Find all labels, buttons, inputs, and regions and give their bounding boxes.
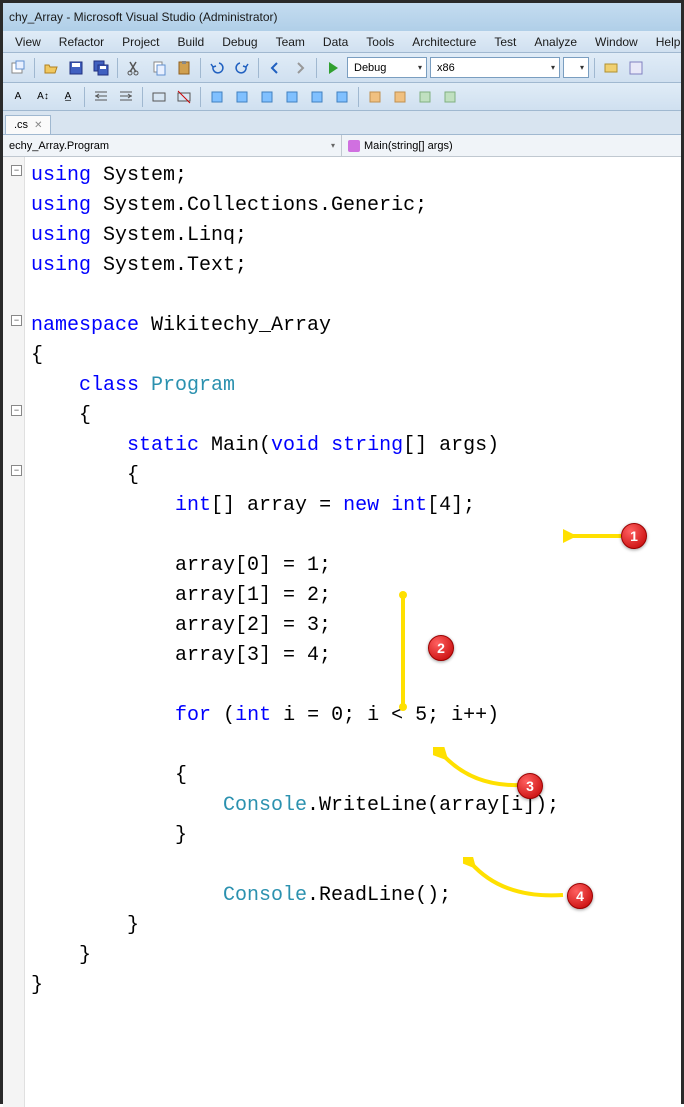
outline-toggle[interactable]: − xyxy=(11,315,22,326)
editor-tabs: .cs ✕ xyxy=(3,111,681,135)
method-icon xyxy=(348,140,360,152)
annotation-badge-2: 2 xyxy=(428,635,454,661)
window-title: chy_Array - Microsoft Visual Studio (Adm… xyxy=(9,10,278,24)
config-dropdown[interactable]: Debug xyxy=(347,57,427,78)
bookmark2-icon[interactable] xyxy=(231,86,253,108)
menu-architecture[interactable]: Architecture xyxy=(404,33,484,51)
comment-icon[interactable] xyxy=(148,86,170,108)
code-editor[interactable]: − − − − using System; using System.Colle… xyxy=(3,157,681,1107)
tab-close-icon[interactable]: ✕ xyxy=(34,120,42,131)
ext3-icon[interactable] xyxy=(414,86,436,108)
menu-data[interactable]: Data xyxy=(315,33,356,51)
menu-test[interactable]: Test xyxy=(486,33,524,51)
nav-class-dropdown[interactable]: echy_Array.Program xyxy=(3,135,342,156)
menu-team[interactable]: Team xyxy=(268,33,313,51)
bookmark-icon[interactable] xyxy=(206,86,228,108)
save-icon[interactable] xyxy=(65,57,87,79)
nav-bar: echy_Array.Program Main(string[] args) xyxy=(3,135,681,157)
nav-fwd-icon[interactable] xyxy=(289,57,311,79)
find-icon[interactable] xyxy=(600,57,622,79)
tab-file[interactable]: .cs ✕ xyxy=(5,115,51,134)
nav-method-dropdown[interactable]: Main(string[] args) xyxy=(342,140,681,152)
menu-window[interactable]: Window xyxy=(587,33,646,51)
ext4-icon[interactable] xyxy=(439,86,461,108)
tab-label: .cs xyxy=(14,119,28,131)
main-toolbar: Debug x86 xyxy=(3,53,681,83)
menu-build[interactable]: Build xyxy=(170,33,213,51)
empty-dropdown[interactable] xyxy=(563,57,589,78)
ext1-icon[interactable] xyxy=(364,86,386,108)
uncomment-icon[interactable] xyxy=(173,86,195,108)
outline-toggle[interactable]: − xyxy=(11,165,22,176)
menu-help[interactable]: Help xyxy=(648,33,684,51)
undo-icon[interactable] xyxy=(206,57,228,79)
bookmark4-icon[interactable] xyxy=(281,86,303,108)
menu-tools[interactable]: Tools xyxy=(358,33,402,51)
outdent-icon[interactable] xyxy=(115,86,137,108)
outline-toggle[interactable]: − xyxy=(11,465,22,476)
tb2-a-icon[interactable]: A xyxy=(7,86,29,108)
redo-icon[interactable] xyxy=(231,57,253,79)
open-icon[interactable] xyxy=(40,57,62,79)
menu-view[interactable]: View xyxy=(7,33,49,51)
gutter xyxy=(3,157,25,1107)
ext2-icon[interactable] xyxy=(389,86,411,108)
outline-toggle[interactable]: − xyxy=(11,405,22,416)
annotation-badge-4: 4 xyxy=(567,883,593,909)
cut-icon[interactable] xyxy=(123,57,145,79)
titlebar: chy_Array - Microsoft Visual Studio (Adm… xyxy=(3,3,681,31)
solution-icon[interactable] xyxy=(625,57,647,79)
start-icon[interactable] xyxy=(322,57,344,79)
new-project-icon[interactable] xyxy=(7,57,29,79)
saveall-icon[interactable] xyxy=(90,57,112,79)
bookmark5-icon[interactable] xyxy=(306,86,328,108)
bookmark6-icon[interactable] xyxy=(331,86,353,108)
indent-icon[interactable] xyxy=(90,86,112,108)
bookmark3-icon[interactable] xyxy=(256,86,278,108)
copy-icon[interactable] xyxy=(148,57,170,79)
editor-toolbar: A A↕ A̲ xyxy=(3,83,681,111)
menubar: View Refactor Project Build Debug Team D… xyxy=(3,31,681,53)
tb2-b-icon[interactable]: A↕ xyxy=(32,86,54,108)
paste-icon[interactable] xyxy=(173,57,195,79)
menu-project[interactable]: Project xyxy=(114,33,167,51)
annotation-badge-3: 3 xyxy=(517,773,543,799)
platform-dropdown[interactable]: x86 xyxy=(430,57,560,78)
menu-debug[interactable]: Debug xyxy=(214,33,265,51)
tb2-c-icon[interactable]: A̲ xyxy=(57,86,79,108)
menu-refactor[interactable]: Refactor xyxy=(51,33,112,51)
nav-back-icon[interactable] xyxy=(264,57,286,79)
menu-analyze[interactable]: Analyze xyxy=(526,33,585,51)
annotation-badge-1: 1 xyxy=(621,523,647,549)
code-content[interactable]: using System; using System.Collections.G… xyxy=(3,157,681,1001)
